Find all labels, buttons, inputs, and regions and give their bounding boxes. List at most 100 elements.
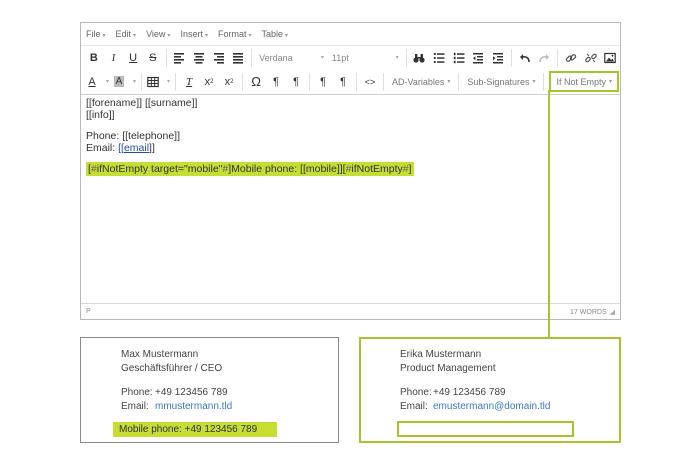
toolbar-divider bbox=[405, 48, 407, 67]
rtl-button[interactable]: ¶ bbox=[286, 72, 306, 92]
background-color-dropdown[interactable]: ▾ bbox=[127, 73, 138, 91]
menu-insert[interactable]: Insert ▾ bbox=[180, 29, 208, 39]
email-link[interactable]: emustermann@domain.tld bbox=[433, 401, 550, 412]
name-placeholder-line: [[forename]] [[surname]] bbox=[86, 97, 198, 109]
background-color-button[interactable]: A bbox=[111, 72, 127, 92]
menu-edit[interactable]: Edit ▾ bbox=[116, 29, 137, 39]
chevron-down-icon: ▾ bbox=[447, 79, 451, 85]
toolbar-divider bbox=[543, 72, 545, 91]
source-code-button[interactable]: <> bbox=[360, 72, 380, 92]
cond-open-tag: ifNotEmpty target="mobile" bbox=[96, 163, 223, 175]
chevron-down-icon: ▾ bbox=[133, 33, 137, 39]
toolbar-divider bbox=[251, 48, 253, 67]
align-left-button[interactable] bbox=[170, 48, 190, 68]
email-link[interactable]: mmustermann.tld bbox=[155, 401, 232, 412]
align-left-icon bbox=[174, 52, 185, 64]
phone-value: +49 123456 789 bbox=[155, 387, 228, 398]
phone-label: Phone: bbox=[121, 387, 153, 398]
sub-signatures-dropdown[interactable]: Sub-Signatures ▾ bbox=[462, 73, 540, 91]
insert-link-button[interactable] bbox=[561, 48, 581, 68]
if-not-empty-label: If Not Empty bbox=[556, 76, 606, 87]
phone-placeholder: [[telephone]] bbox=[122, 130, 180, 142]
email-placeholder-link[interactable]: [[email bbox=[118, 142, 149, 154]
menubar: File ▾ Edit ▾ View ▾ Insert ▾ Format ▾ Table ▾ bbox=[81, 23, 620, 45]
unlink-icon bbox=[584, 53, 597, 62]
preview-phone-line: Phone:+49 123456 789 bbox=[400, 387, 506, 398]
outdent-button[interactable] bbox=[469, 48, 489, 68]
table-dropdown[interactable]: ▾ bbox=[161, 73, 172, 91]
toolbar-divider bbox=[309, 72, 311, 91]
chevron-down-icon: ▾ bbox=[204, 33, 208, 39]
toolbar-divider bbox=[141, 72, 143, 91]
special-character-button[interactable]: Ω bbox=[246, 72, 266, 92]
preview-email-line: Email: mmustermann.tld bbox=[121, 401, 232, 412]
if-not-empty-dropdown[interactable]: If Not Empty ▾ bbox=[549, 71, 620, 92]
bold-button[interactable]: B bbox=[84, 48, 104, 68]
element-path[interactable]: P bbox=[86, 308, 91, 315]
numbered-list-icon bbox=[453, 52, 465, 63]
statusbar: P 17 WORDS ◢ bbox=[81, 303, 620, 319]
chevron-down-icon: ▾ bbox=[285, 33, 289, 39]
email-label: Email: bbox=[86, 142, 119, 154]
subscript-index: 2 bbox=[210, 78, 214, 85]
find-replace-button[interactable] bbox=[410, 48, 430, 68]
chevron-down-icon: ▾ bbox=[167, 33, 171, 39]
preview-name: Erika Mustermann bbox=[400, 349, 482, 360]
phone-value: +49 123456 789 bbox=[433, 387, 506, 398]
email-placeholder-line: Email: [[email]] bbox=[86, 142, 615, 154]
resize-handle-icon[interactable]: ◢ bbox=[610, 309, 615, 316]
redo-button[interactable] bbox=[535, 48, 555, 68]
indent-button[interactable] bbox=[488, 48, 508, 68]
superscript-button[interactable]: x2 bbox=[219, 72, 239, 92]
rich-text-editor: File ▾ Edit ▾ View ▾ Insert ▾ Format ▾ Table ▾… bbox=[80, 22, 621, 320]
insert-image-button[interactable] bbox=[600, 48, 620, 68]
align-right-button[interactable] bbox=[209, 48, 229, 68]
menu-view[interactable]: View ▾ bbox=[146, 29, 170, 39]
font-family-select[interactable]: Verdana ▾ bbox=[255, 49, 328, 67]
chevron-down-icon: ▾ bbox=[102, 33, 106, 39]
ad-variables-dropdown[interactable]: AD-Variables ▾ bbox=[387, 73, 455, 91]
show-invisibles-button[interactable]: ¶ bbox=[333, 72, 353, 92]
conditional-block[interactable]: [#ifNotEmpty target="mobile"#]Mobile pho… bbox=[86, 162, 414, 176]
table-button[interactable] bbox=[145, 72, 161, 92]
conditional-mobile-line: [#ifNotEmpty target="mobile"#]Mobile pho… bbox=[86, 154, 615, 176]
italic-button[interactable]: I bbox=[104, 48, 124, 68]
align-center-button[interactable] bbox=[189, 48, 209, 68]
word-count-area: 17 WORDS ◢ bbox=[570, 308, 615, 316]
toolbar-divider bbox=[242, 72, 244, 91]
rtl-icon: ¶ bbox=[293, 75, 299, 88]
chevron-down-icon: ▾ bbox=[167, 79, 171, 85]
toolbar-divider bbox=[458, 72, 460, 91]
superscript-index: 2 bbox=[230, 78, 234, 85]
undo-button[interactable] bbox=[515, 48, 535, 68]
text-color-button[interactable]: A bbox=[84, 72, 100, 92]
clear-formatting-button[interactable]: T bbox=[179, 72, 199, 92]
preview-title: Product Management bbox=[400, 363, 496, 374]
link-icon bbox=[565, 53, 577, 62]
toolbar-divider bbox=[356, 72, 358, 91]
signature-preview-without-mobile: Erika Mustermann Product Management Phon… bbox=[359, 337, 621, 443]
strikethrough-button[interactable]: S bbox=[143, 48, 163, 68]
font-size-select[interactable]: 11pt ▾ bbox=[328, 49, 403, 67]
menu-file[interactable]: File ▾ bbox=[86, 29, 106, 39]
cond-body: ]Mobile phone: [[mobile]][ bbox=[228, 163, 346, 175]
align-right-icon bbox=[213, 52, 224, 64]
font-size-value: 11pt bbox=[331, 52, 349, 63]
subscript-button[interactable]: x2 bbox=[199, 72, 219, 92]
unlink-button[interactable] bbox=[581, 48, 601, 68]
align-justify-button[interactable] bbox=[228, 48, 248, 68]
show-blocks-button[interactable]: ¶ bbox=[313, 72, 333, 92]
text-color-dropdown[interactable]: ▾ bbox=[100, 73, 111, 91]
menu-table[interactable]: Table ▾ bbox=[262, 29, 289, 39]
menu-format[interactable]: Format ▾ bbox=[218, 29, 252, 39]
underline-button[interactable]: U bbox=[123, 48, 143, 68]
ltr-button[interactable]: ¶ bbox=[266, 72, 286, 92]
mobile-phone-highlight: Mobile phone: +49 123456 789 bbox=[113, 422, 277, 437]
empty-mobile-placeholder bbox=[397, 421, 574, 437]
numbered-list-button[interactable] bbox=[449, 48, 469, 68]
editor-content[interactable]: [[forename]] [[surname]] [[info]] Phone:… bbox=[86, 97, 615, 302]
bullet-list-button[interactable] bbox=[429, 48, 449, 68]
toolbar-divider bbox=[175, 72, 177, 91]
pilcrow-icon: ¶ bbox=[320, 75, 326, 88]
